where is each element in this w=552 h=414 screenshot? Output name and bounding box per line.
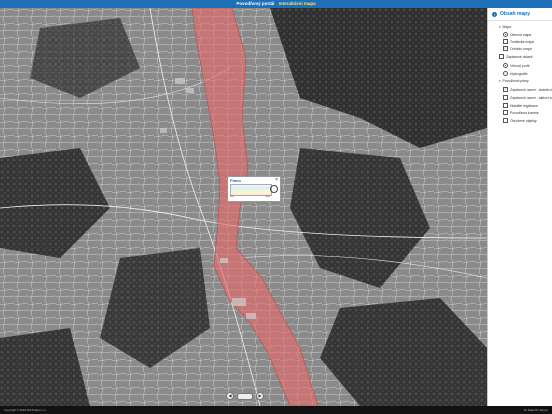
panel-item[interactable]: Povodňová komise (503, 110, 539, 115)
top-bar: Povodňový portál Interaktivní mapa (0, 0, 552, 8)
panel-item[interactable]: Ohrožené objekty (503, 118, 537, 123)
panel-item-label: Záplavové oblasti (506, 54, 533, 59)
checkbox[interactable] (503, 103, 508, 108)
panel-item-label: Hydrografie (510, 71, 528, 76)
popup-max-label: max (265, 195, 270, 198)
prev-icon[interactable]: ◀ (226, 392, 234, 400)
panel-item[interactable]: Obecná mapa (503, 32, 531, 37)
radio-button[interactable] (503, 71, 508, 76)
panel-item-label: Povodňové plány (502, 79, 529, 83)
panel-title: Obsah mapy (500, 11, 531, 17)
next-icon[interactable]: ▶ (256, 392, 264, 400)
panel-header[interactable]: ‹ Obsah mapy (488, 8, 552, 21)
panel-item-label: Věkový profil (510, 63, 530, 68)
panel-item[interactable]: Záplavové oblasti (499, 54, 532, 59)
panel-item[interactable]: ▾ Povodňové plány (499, 79, 529, 83)
panel-item[interactable]: Hlásiště registrace (503, 103, 538, 108)
target-icon[interactable] (270, 185, 278, 193)
panel-item[interactable]: Záplavové území - aktivní zóna (503, 95, 552, 100)
radio-button[interactable] (503, 32, 508, 37)
chevron-down-icon[interactable]: ▾ (499, 79, 501, 83)
footer-credit: for Data Pro Server (523, 408, 548, 412)
footer: Copyright © 2019 DHI Praha s.r.o. for Da… (0, 406, 552, 414)
info-popup: Plano × min max (227, 176, 281, 202)
footer-copyright: Copyright © 2019 DHI Praha s.r.o. (4, 408, 47, 412)
panel-item[interactable]: Věkový profil (503, 63, 529, 68)
panel-item-label: Povodňová komise (510, 110, 539, 115)
panel-item-label: Obecná mapa (510, 32, 532, 37)
chevron-down-icon[interactable]: ▾ (499, 25, 501, 29)
checkbox[interactable] (503, 39, 508, 44)
close-icon[interactable]: × (275, 177, 278, 183)
map-canvas[interactable] (0, 8, 487, 406)
layers-panel: ‹ Obsah mapy ▾ Mapa Obecná mapa Turistická … (487, 8, 552, 406)
panel-item-label: Mapa (502, 25, 511, 29)
panel-item-label: Hlásiště registrace (510, 103, 538, 108)
map-controls: ◀ ▶ (226, 392, 264, 400)
panel-item[interactable]: ✓ Ortofoto mapa (503, 46, 532, 51)
checkbox[interactable] (499, 54, 504, 59)
popup-min-label: min (230, 195, 235, 198)
chevron-left-icon[interactable]: ‹ (492, 11, 497, 17)
panel-item[interactable]: ▾ Mapa (499, 25, 511, 29)
panel-item-label: Turistická mapa (510, 39, 534, 44)
checkbox[interactable]: ✓ (503, 46, 508, 51)
panel-item[interactable]: Turistická mapa (503, 39, 534, 44)
map-layer (0, 8, 487, 406)
app-subtitle: Interaktivní mapa (278, 1, 316, 6)
panel-item[interactable]: Hydrografie (503, 71, 528, 76)
radio-button[interactable] (503, 63, 508, 68)
panel-item-label: Ortofoto mapa (510, 46, 532, 51)
slider-pill[interactable] (237, 392, 253, 400)
panel-item-label: Záplavové území - stoletá voda (510, 87, 552, 92)
checkbox[interactable] (503, 110, 508, 115)
popup-title: Plano (230, 178, 241, 183)
panel-item[interactable]: ✓Záplavové území - stoletá voda (503, 87, 552, 92)
checkbox[interactable] (503, 95, 508, 100)
panel-item-label: Ohrožené objekty (510, 118, 537, 123)
app-title: Povodňový portál (236, 1, 275, 6)
checkbox[interactable]: ✓ (503, 87, 508, 92)
panel-item-label: Záplavové území - aktivní zóna (510, 95, 552, 100)
checkbox[interactable] (503, 118, 508, 123)
